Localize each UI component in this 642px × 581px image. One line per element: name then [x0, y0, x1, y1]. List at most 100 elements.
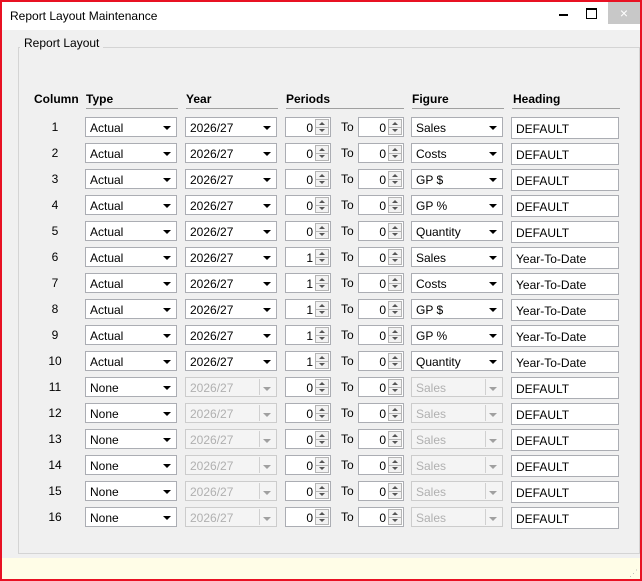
spin-up-icon[interactable]	[392, 512, 398, 515]
figure-dropdown[interactable]: Costs	[411, 273, 503, 293]
spin-down-icon[interactable]	[319, 181, 325, 184]
spin-up-icon[interactable]	[392, 330, 398, 333]
period-to-spinner[interactable]: 0	[358, 429, 404, 449]
period-from-spinner[interactable]: 0	[285, 195, 331, 215]
spinner-buttons[interactable]	[315, 483, 329, 499]
figure-dropdown[interactable]: Costs	[411, 143, 503, 163]
minimize-button[interactable]	[548, 2, 578, 24]
period-to-spinner[interactable]: 0	[358, 299, 404, 319]
heading-input[interactable]: Year-To-Date	[511, 351, 619, 373]
spinner-buttons[interactable]	[388, 171, 402, 187]
spin-down-icon[interactable]	[392, 181, 398, 184]
spin-up-icon[interactable]	[392, 408, 398, 411]
spinner-buttons[interactable]	[388, 379, 402, 395]
spin-down-icon[interactable]	[319, 415, 325, 418]
spin-up-icon[interactable]	[319, 460, 325, 463]
spin-up-icon[interactable]	[319, 408, 325, 411]
maximize-button[interactable]	[576, 2, 606, 24]
type-dropdown[interactable]: None	[85, 377, 177, 397]
spin-up-icon[interactable]	[392, 174, 398, 177]
spin-up-icon[interactable]	[319, 278, 325, 281]
spin-up-icon[interactable]	[319, 382, 325, 385]
heading-input[interactable]: Year-To-Date	[511, 247, 619, 269]
spinner-buttons[interactable]	[388, 145, 402, 161]
spin-up-icon[interactable]	[392, 278, 398, 281]
spinner-buttons[interactable]	[315, 509, 329, 525]
spin-down-icon[interactable]	[319, 389, 325, 392]
spin-up-icon[interactable]	[319, 148, 325, 151]
spin-up-icon[interactable]	[319, 304, 325, 307]
heading-input[interactable]: Year-To-Date	[511, 325, 619, 347]
period-to-spinner[interactable]: 0	[358, 455, 404, 475]
spinner-buttons[interactable]	[315, 275, 329, 291]
spinner-buttons[interactable]	[388, 301, 402, 317]
spin-down-icon[interactable]	[319, 441, 325, 444]
spin-down-icon[interactable]	[392, 519, 398, 522]
type-dropdown[interactable]: None	[85, 481, 177, 501]
spin-up-icon[interactable]	[319, 486, 325, 489]
spinner-buttons[interactable]	[315, 301, 329, 317]
figure-dropdown[interactable]: Sales	[411, 117, 503, 137]
type-dropdown[interactable]: None	[85, 429, 177, 449]
spin-up-icon[interactable]	[319, 226, 325, 229]
year-dropdown[interactable]: 2026/27	[185, 325, 277, 345]
period-to-spinner[interactable]: 0	[358, 143, 404, 163]
year-dropdown[interactable]: 2026/27	[185, 351, 277, 371]
period-to-spinner[interactable]: 0	[358, 195, 404, 215]
figure-dropdown[interactable]: GP $	[411, 299, 503, 319]
spin-up-icon[interactable]	[392, 226, 398, 229]
spinner-buttons[interactable]	[388, 223, 402, 239]
spin-down-icon[interactable]	[392, 467, 398, 470]
spinner-buttons[interactable]	[315, 197, 329, 213]
spin-up-icon[interactable]	[319, 330, 325, 333]
spin-up-icon[interactable]	[392, 460, 398, 463]
type-dropdown[interactable]: None	[85, 507, 177, 527]
period-to-spinner[interactable]: 0	[358, 221, 404, 241]
spinner-buttons[interactable]	[388, 275, 402, 291]
spinner-buttons[interactable]	[315, 353, 329, 369]
period-from-spinner[interactable]: 0	[285, 507, 331, 527]
spin-up-icon[interactable]	[392, 486, 398, 489]
close-button[interactable]: ×	[608, 2, 640, 24]
spin-down-icon[interactable]	[392, 285, 398, 288]
spin-up-icon[interactable]	[319, 200, 325, 203]
spinner-buttons[interactable]	[388, 197, 402, 213]
spinner-buttons[interactable]	[388, 457, 402, 473]
heading-input[interactable]: DEFAULT	[511, 117, 619, 139]
heading-input[interactable]: DEFAULT	[511, 507, 619, 529]
period-from-spinner[interactable]: 1	[285, 247, 331, 267]
year-dropdown[interactable]: 2026/27	[185, 117, 277, 137]
figure-dropdown[interactable]: GP %	[411, 325, 503, 345]
spinner-buttons[interactable]	[388, 405, 402, 421]
spin-up-icon[interactable]	[392, 148, 398, 151]
period-to-spinner[interactable]: 0	[358, 325, 404, 345]
type-dropdown[interactable]: None	[85, 403, 177, 423]
spin-down-icon[interactable]	[319, 519, 325, 522]
heading-input[interactable]: DEFAULT	[511, 169, 619, 191]
type-dropdown[interactable]: Actual	[85, 273, 177, 293]
spinner-buttons[interactable]	[388, 353, 402, 369]
year-dropdown[interactable]: 2026/27	[185, 195, 277, 215]
spinner-buttons[interactable]	[315, 223, 329, 239]
period-to-spinner[interactable]: 0	[358, 247, 404, 267]
period-from-spinner[interactable]: 1	[285, 299, 331, 319]
heading-input[interactable]: DEFAULT	[511, 429, 619, 451]
type-dropdown[interactable]: None	[85, 455, 177, 475]
spin-down-icon[interactable]	[392, 129, 398, 132]
type-dropdown[interactable]: Actual	[85, 221, 177, 241]
period-to-spinner[interactable]: 0	[358, 169, 404, 189]
heading-input[interactable]: DEFAULT	[511, 221, 619, 243]
figure-dropdown[interactable]: GP %	[411, 195, 503, 215]
spin-down-icon[interactable]	[392, 415, 398, 418]
figure-dropdown[interactable]: Sales	[411, 247, 503, 267]
spinner-buttons[interactable]	[388, 483, 402, 499]
spin-up-icon[interactable]	[392, 356, 398, 359]
spin-down-icon[interactable]	[392, 259, 398, 262]
year-dropdown[interactable]: 2026/27	[185, 247, 277, 267]
type-dropdown[interactable]: Actual	[85, 169, 177, 189]
spin-down-icon[interactable]	[392, 363, 398, 366]
year-dropdown[interactable]: 2026/27	[185, 299, 277, 319]
spin-up-icon[interactable]	[319, 434, 325, 437]
resize-grip-icon[interactable]	[628, 567, 638, 579]
spin-down-icon[interactable]	[392, 311, 398, 314]
